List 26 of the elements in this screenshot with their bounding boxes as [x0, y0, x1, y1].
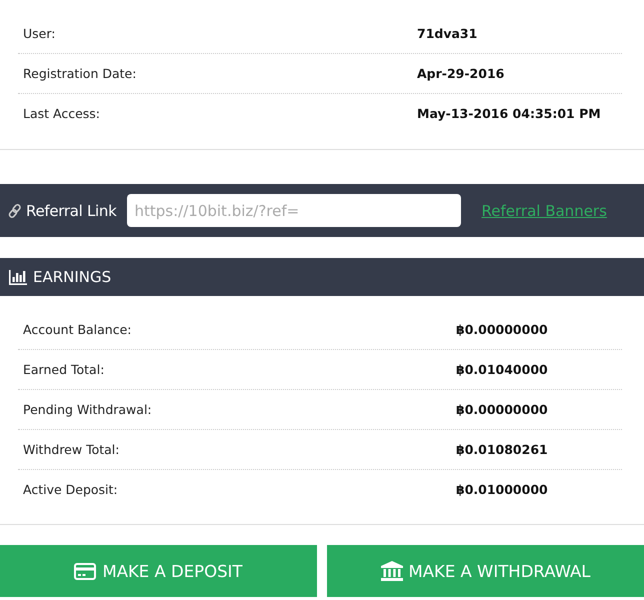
field-label: Active Deposit:	[22, 482, 119, 497]
credit-card-icon	[74, 562, 96, 580]
referral-banners-link[interactable]: Referral Banners	[482, 202, 607, 220]
section-title: EARNINGS	[33, 268, 112, 286]
field-value: ฿0.01080261	[456, 442, 548, 457]
link-icon	[7, 202, 23, 218]
field-value: ฿0.01000000	[456, 482, 548, 497]
field-label: Earned Total:	[22, 362, 106, 377]
field-value: May-13-2016 04:35:01 PM	[417, 106, 601, 121]
field-label: Account Balance:	[22, 322, 133, 337]
field-value: ฿0.00000000	[456, 322, 548, 337]
field-value: Apr-29-2016	[417, 66, 504, 81]
referral-link-label: Referral Link	[26, 202, 117, 220]
referral-link-field[interactable]: https://10bit.biz/?ref=	[126, 194, 461, 227]
withdrawal-button[interactable]: MAKE A WITHDRAWAL	[327, 545, 644, 597]
field-label: Registration Date:	[22, 66, 138, 81]
field-label: User:	[22, 26, 56, 41]
bank-icon	[380, 561, 402, 581]
field-value: 71dva31	[417, 26, 478, 41]
field-label: Withdrew Total:	[22, 442, 120, 457]
deposit-button[interactable]: MAKE A DEPOSIT	[0, 545, 317, 597]
field-value: ฿0.00000000	[456, 402, 548, 417]
field-label: Pending Withdrawal:	[22, 402, 153, 417]
field-label: Last Access:	[22, 106, 102, 121]
bar-chart-icon	[9, 269, 27, 285]
field-value: ฿0.01040000	[456, 362, 548, 377]
